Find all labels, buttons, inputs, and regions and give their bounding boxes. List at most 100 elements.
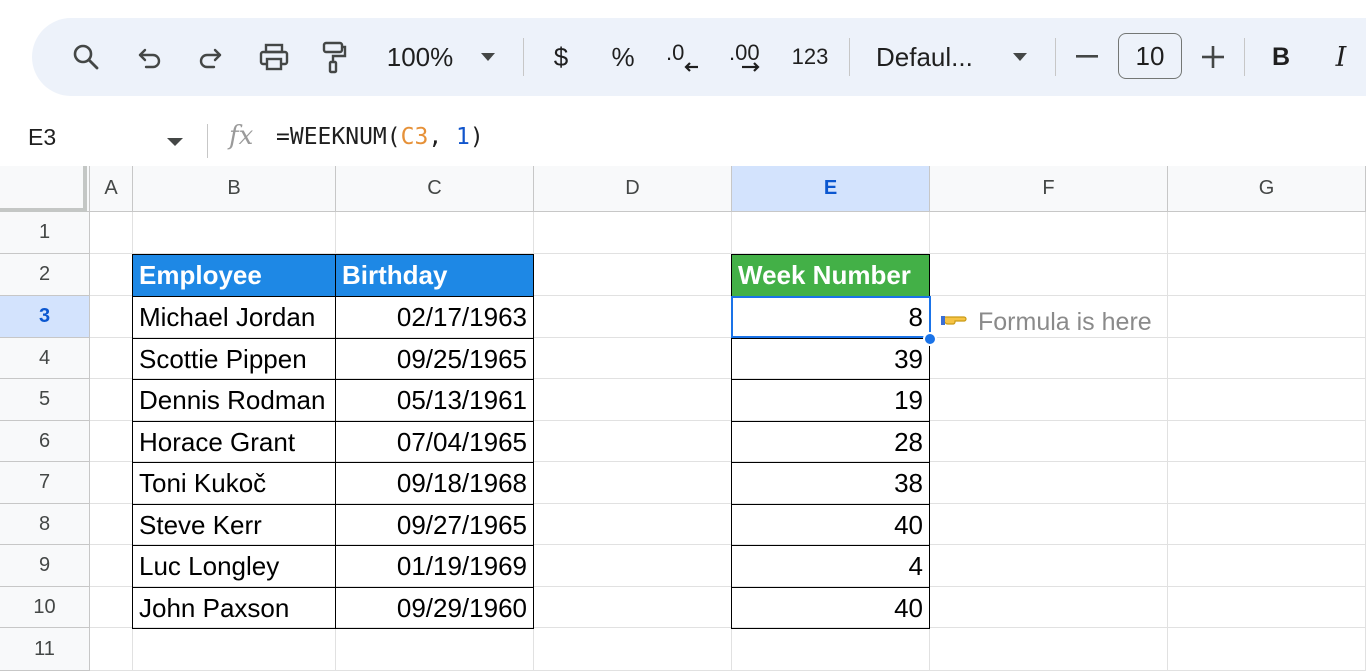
employee-cell[interactable]: Steve Kerr — [132, 504, 336, 546]
week-number-header[interactable]: Week Number — [731, 254, 930, 297]
grid-cell[interactable] — [930, 587, 1168, 628]
plus-icon[interactable] — [1198, 18, 1228, 96]
row-header-5[interactable]: 5 — [0, 379, 90, 421]
employee-cell[interactable]: Michael Jordan — [132, 296, 336, 339]
grid-cell[interactable] — [133, 628, 336, 671]
row-header-3[interactable]: 3 — [0, 296, 90, 338]
week-number-cell[interactable]: 19 — [731, 379, 930, 422]
row-header-1[interactable]: 1 — [0, 212, 90, 254]
grid-cell[interactable] — [534, 338, 732, 379]
birthday-cell[interactable]: 02/17/1963 — [335, 296, 534, 339]
grid-cell[interactable] — [534, 462, 732, 504]
font-select[interactable]: Defaul... — [876, 18, 986, 96]
currency-format-button[interactable]: $ — [544, 18, 578, 96]
column-header-b[interactable]: B — [133, 166, 336, 212]
grid-cell[interactable] — [930, 504, 1168, 545]
italic-button[interactable]: I — [1326, 18, 1356, 96]
grid-cell[interactable] — [1168, 504, 1366, 545]
grid-cell[interactable] — [1168, 462, 1366, 504]
birthday-cell[interactable]: 07/04/1965 — [335, 421, 534, 463]
chevron-down-icon[interactable] — [476, 18, 500, 96]
week-number-cell[interactable]: 4 — [731, 545, 930, 588]
row-header-9[interactable]: 9 — [0, 545, 90, 587]
employee-header[interactable]: Employee — [132, 254, 336, 297]
grid-cell[interactable] — [90, 628, 133, 671]
employee-cell[interactable]: Luc Longley — [132, 545, 336, 588]
column-header-a[interactable]: A — [90, 166, 133, 212]
column-header-c[interactable]: C — [336, 166, 534, 212]
birthday-cell[interactable]: 09/18/1968 — [335, 462, 534, 505]
grid-cell[interactable] — [336, 628, 534, 671]
column-header-g[interactable]: G — [1168, 166, 1366, 212]
grid-cell[interactable] — [90, 254, 133, 296]
chevron-down-icon[interactable] — [1008, 18, 1032, 96]
grid-cell[interactable] — [1168, 212, 1366, 254]
grid-cell[interactable] — [336, 212, 534, 254]
grid-cell[interactable] — [534, 379, 732, 421]
row-header-2[interactable]: 2 — [0, 254, 90, 296]
grid-cell[interactable] — [1168, 587, 1366, 628]
birthday-cell[interactable]: 09/29/1960 — [335, 587, 534, 629]
week-number-cell[interactable]: 40 — [731, 504, 930, 546]
grid-cell[interactable] — [534, 421, 732, 462]
grid-cell[interactable] — [90, 421, 133, 462]
grid-cell[interactable] — [534, 587, 732, 628]
row-header-7[interactable]: 7 — [0, 462, 90, 504]
row-header-8[interactable]: 8 — [0, 504, 90, 545]
birthday-header[interactable]: Birthday — [335, 254, 534, 297]
fill-handle[interactable] — [923, 332, 937, 346]
row-header-10[interactable]: 10 — [0, 587, 90, 628]
grid-cell[interactable] — [1168, 296, 1366, 338]
grid-cell[interactable] — [930, 338, 1168, 379]
grid-cell[interactable] — [930, 254, 1168, 296]
grid-cell[interactable] — [930, 545, 1168, 587]
minus-icon[interactable] — [1072, 18, 1102, 96]
employee-cell[interactable]: Toni Kukoč — [132, 462, 336, 505]
grid-cell[interactable] — [90, 296, 133, 338]
freeze-handle[interactable] — [0, 166, 87, 212]
employee-cell[interactable]: Horace Grant — [132, 421, 336, 463]
grid-cell[interactable] — [534, 504, 732, 545]
grid-cell[interactable] — [732, 628, 930, 671]
grid-cell[interactable] — [90, 504, 133, 545]
grid-cell[interactable] — [930, 628, 1168, 671]
birthday-cell[interactable]: 05/13/1961 — [335, 379, 534, 422]
paint-format-icon[interactable] — [314, 18, 354, 96]
grid-cell[interactable] — [133, 212, 336, 254]
grid-cell[interactable] — [534, 212, 732, 254]
week-number-cell[interactable]: 39 — [731, 338, 930, 380]
decrease-decimal-icon[interactable]: .0 — [662, 18, 706, 96]
grid-cell[interactable] — [930, 462, 1168, 504]
birthday-cell[interactable]: 09/27/1965 — [335, 504, 534, 546]
grid-cell[interactable] — [90, 587, 133, 628]
font-size-input[interactable]: 10 — [1118, 33, 1182, 79]
grid-cell[interactable] — [1168, 338, 1366, 379]
birthday-cell[interactable]: 01/19/1969 — [335, 545, 534, 588]
search-icon[interactable] — [64, 18, 108, 96]
grid-cell[interactable] — [534, 254, 732, 296]
zoom-select[interactable]: 100% — [378, 18, 462, 96]
grid-cell[interactable] — [90, 338, 133, 379]
week-number-cell[interactable]: 8 — [731, 296, 930, 339]
increase-decimal-icon[interactable]: .00 — [726, 18, 770, 96]
row-header-4[interactable]: 4 — [0, 338, 90, 379]
name-box[interactable]: E3 — [28, 124, 56, 151]
grid-cell[interactable] — [1168, 254, 1366, 296]
percent-format-button[interactable]: % — [606, 18, 640, 96]
print-icon[interactable] — [252, 18, 296, 96]
grid-cell[interactable] — [1168, 421, 1366, 462]
column-header-f[interactable]: F — [930, 166, 1168, 212]
grid-cell[interactable] — [1168, 545, 1366, 587]
row-header-6[interactable]: 6 — [0, 421, 90, 462]
bold-button[interactable]: B — [1266, 18, 1296, 96]
redo-icon[interactable] — [190, 18, 230, 96]
grid-cell[interactable] — [90, 462, 133, 504]
employee-cell[interactable]: Dennis Rodman — [132, 379, 336, 422]
grid-cell[interactable] — [732, 212, 930, 254]
week-number-cell[interactable]: 38 — [731, 462, 930, 505]
employee-cell[interactable]: John Paxson — [132, 587, 336, 629]
grid-cell[interactable] — [1168, 628, 1366, 671]
grid-cell[interactable] — [534, 545, 732, 587]
employee-cell[interactable]: Scottie Pippen — [132, 338, 336, 380]
grid-cell[interactable] — [90, 379, 133, 421]
